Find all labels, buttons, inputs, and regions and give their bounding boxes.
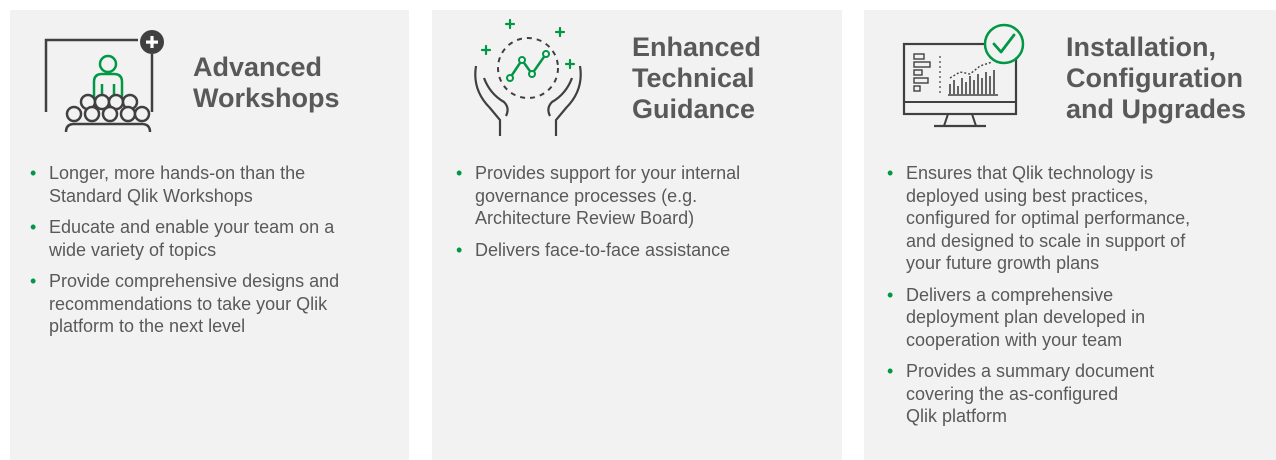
card-title: Enhanced Technical Guidance <box>632 32 762 124</box>
bullet-list: Ensures that Qlik technology is deployed… <box>887 162 1190 437</box>
list-item: Educate and enable your team on a wide v… <box>30 216 339 261</box>
workshop-presentation-icon <box>42 28 174 136</box>
card-installation-configuration-upgrades: Installation, Configuration and Upgrades… <box>864 10 1276 460</box>
list-item: Longer, more hands-on than the Standard … <box>30 162 339 207</box>
card-enhanced-technical-guidance: Enhanced Technical Guidance Provides sup… <box>432 10 842 460</box>
list-item: Provides support for your internal gover… <box>456 162 740 230</box>
card-advanced-workshops: Advanced Workshops Longer, more hands-on… <box>10 10 409 460</box>
bullet-list: Provides support for your internal gover… <box>456 162 740 270</box>
list-item: Delivers face-to-face assistance <box>456 239 740 262</box>
list-item: Ensures that Qlik technology is deployed… <box>887 162 1190 275</box>
card-title: Installation, Configuration and Upgrades <box>1066 32 1247 124</box>
bullet-list: Longer, more hands-on than the Standard … <box>30 162 339 347</box>
hands-chart-guidance-icon <box>470 16 600 138</box>
list-item: Provide comprehensive designs and recomm… <box>30 270 339 338</box>
list-item: Provides a summary document covering the… <box>887 360 1190 428</box>
monitor-checkmark-icon <box>900 22 1032 132</box>
card-title: Advanced Workshops <box>193 52 340 113</box>
list-item: Delivers a comprehensive deployment plan… <box>887 284 1190 352</box>
